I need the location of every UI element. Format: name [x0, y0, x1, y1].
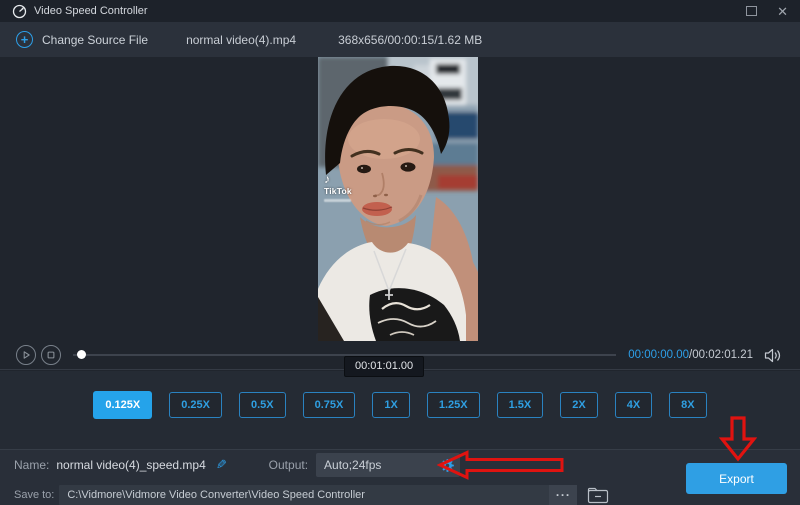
name-label: Name: — [14, 458, 49, 472]
speed-option-125x[interactable]: 1.25X — [427, 392, 480, 418]
app-window: Video Speed Controller ✕ + Change Source… — [0, 0, 800, 505]
speedometer-icon — [12, 4, 27, 19]
save-to-label: Save to: — [14, 489, 54, 501]
seek-time-tooltip: 00:01:01.00 — [344, 356, 424, 377]
speed-option-075x[interactable]: 0.75X — [303, 392, 356, 418]
play-button[interactable] — [16, 345, 36, 365]
output-format-value[interactable] — [324, 458, 440, 472]
total-time: 00:02:01.21 — [692, 349, 753, 361]
speed-option-4x[interactable]: 4X — [615, 392, 652, 418]
window-title: Video Speed Controller — [34, 5, 148, 17]
stop-icon — [42, 345, 60, 365]
time-display: 00:00:00.00/00:02:01.21 — [628, 349, 753, 361]
tiktok-brand-text: TikTok — [324, 186, 352, 196]
speed-options-row: 0.125X 0.25X 0.5X 0.75X 1X 1.25X 1.5X 2X… — [0, 371, 800, 449]
speed-option-8x[interactable]: 8X — [669, 392, 706, 418]
title-bar: Video Speed Controller ✕ — [0, 0, 800, 22]
volume-button[interactable] — [764, 348, 783, 363]
speed-option-15x[interactable]: 1.5X — [497, 392, 544, 418]
seek-handle[interactable] — [77, 350, 86, 359]
maximize-button[interactable] — [746, 6, 757, 16]
save-path-field[interactable]: ··· — [59, 485, 577, 505]
export-button[interactable]: Export — [686, 463, 787, 494]
speaker-icon — [764, 348, 783, 363]
output-label: Output: — [269, 458, 308, 472]
toolbar: + Change Source File normal video(4).mp4… — [0, 22, 800, 57]
annotation-arrow-down — [719, 416, 757, 467]
output-name-value: normal video(4)_speed.mp4 — [56, 458, 205, 472]
save-path-value[interactable] — [67, 489, 549, 501]
speed-option-1x[interactable]: 1X — [372, 392, 409, 418]
edit-name-icon[interactable]: ✎ — [216, 457, 227, 473]
tiktok-watermark: ♪ TikTok — [324, 173, 352, 202]
play-icon — [17, 345, 35, 365]
folder-icon — [587, 487, 609, 504]
tiktok-username-blur — [324, 199, 351, 202]
speed-option-05x[interactable]: 0.5X — [239, 392, 286, 418]
source-file-info: 368x656/00:00:15/1.62 MB — [338, 33, 482, 47]
speed-option-025x[interactable]: 0.25X — [169, 392, 222, 418]
stop-button[interactable] — [41, 345, 61, 365]
change-source-label: Change Source File — [42, 33, 148, 47]
preview-stage: ♪ TikTok — [0, 57, 800, 341]
browse-button[interactable]: ··· — [549, 485, 577, 505]
close-button[interactable]: ✕ — [777, 5, 788, 18]
open-folder-button[interactable] — [587, 487, 609, 504]
speed-option-2x[interactable]: 2X — [560, 392, 597, 418]
music-note-icon: ♪ — [324, 173, 352, 185]
speed-option-0125x[interactable]: 0.125X — [93, 391, 152, 419]
plus-circle-icon: + — [16, 31, 33, 48]
source-filename: normal video(4).mp4 — [186, 33, 296, 47]
elapsed-time: 00:00:00.00 — [628, 349, 689, 361]
video-preview[interactable]: ♪ TikTok — [318, 57, 478, 341]
save-to-row: Save to: ··· — [0, 485, 609, 505]
name-output-row: Name: normal video(4)_speed.mp4 ✎ Output… — [0, 452, 460, 478]
output-panel: Name: normal video(4)_speed.mp4 ✎ Output… — [0, 449, 800, 505]
change-source-file-button[interactable]: + Change Source File — [16, 31, 148, 48]
annotation-arrow-left — [437, 450, 565, 485]
